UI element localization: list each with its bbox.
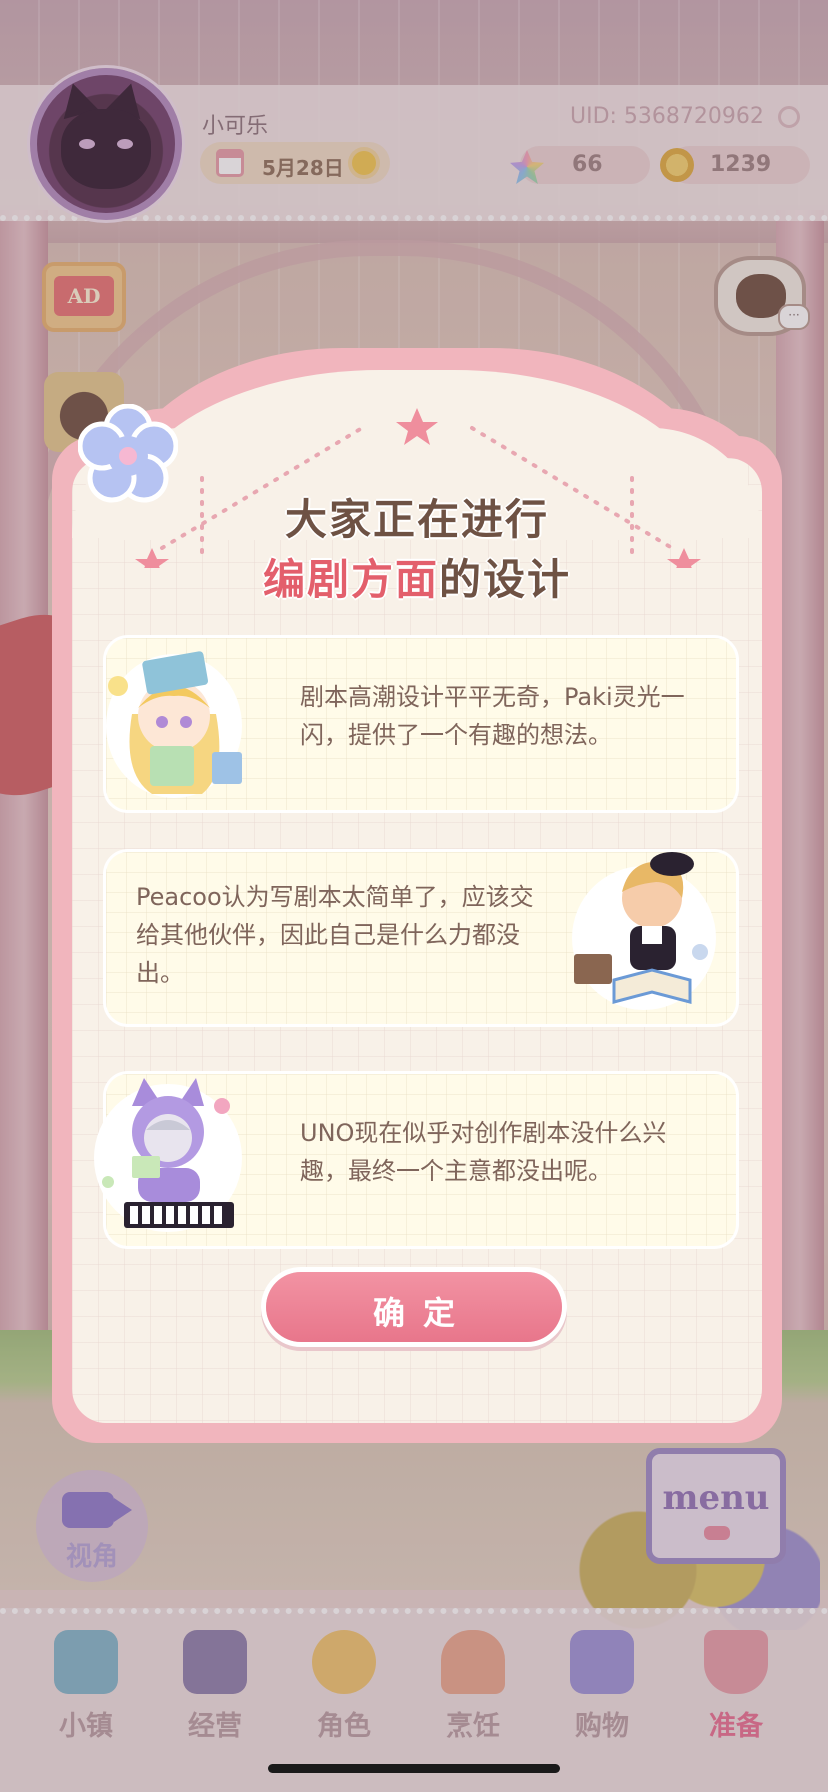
event-card-paki-text: 剧本高潮设计平平无奇，Paki灵光一闪，提供了一个有趣的想法。	[300, 683, 685, 749]
game-screen: 小可乐 5月28日 UID: 5368720962 66 1239 AD ···…	[0, 0, 828, 1792]
dialog-title-highlight: 编剧方面	[262, 555, 439, 604]
dialog-title-line2: 编剧方面的设计	[52, 546, 782, 607]
event-card-uno-text: UNO现在似乎对创作剧本没什么兴趣，最终一个主意都没出呢。	[300, 1119, 667, 1185]
event-card-uno: UNO现在似乎对创作剧本没什么兴趣，最终一个主意都没出呢。	[94, 1074, 736, 1246]
event-card-peacoo-text: Peacoo认为写剧本太简单了，应该交给其他伙伴，因此自己是什么力都没出。	[136, 883, 534, 987]
dialog-title-rest: 的设计	[439, 555, 572, 604]
event-card-paki: 剧本高潮设计平平无奇，Paki灵光一闪，提供了一个有趣的想法。	[106, 638, 736, 810]
confirm-button-label: 确定	[372, 1295, 473, 1331]
progress-dialog: 大家正在进行 编剧方面的设计 剧本高潮设计平平无奇，Paki灵光一闪，提供了一个…	[52, 348, 782, 1443]
uno-character-icon	[94, 1078, 242, 1232]
event-card-peacoo: Peacoo认为写剧本太简单了，应该交给其他伙伴，因此自己是什么力都没出。	[106, 852, 736, 1024]
home-indicator[interactable]	[268, 1764, 560, 1773]
peacoo-character-icon	[572, 852, 716, 1010]
confirm-button[interactable]: 确定	[266, 1272, 562, 1342]
paki-character-icon	[106, 651, 242, 798]
dialog-title-line1: 大家正在进行	[284, 495, 549, 544]
